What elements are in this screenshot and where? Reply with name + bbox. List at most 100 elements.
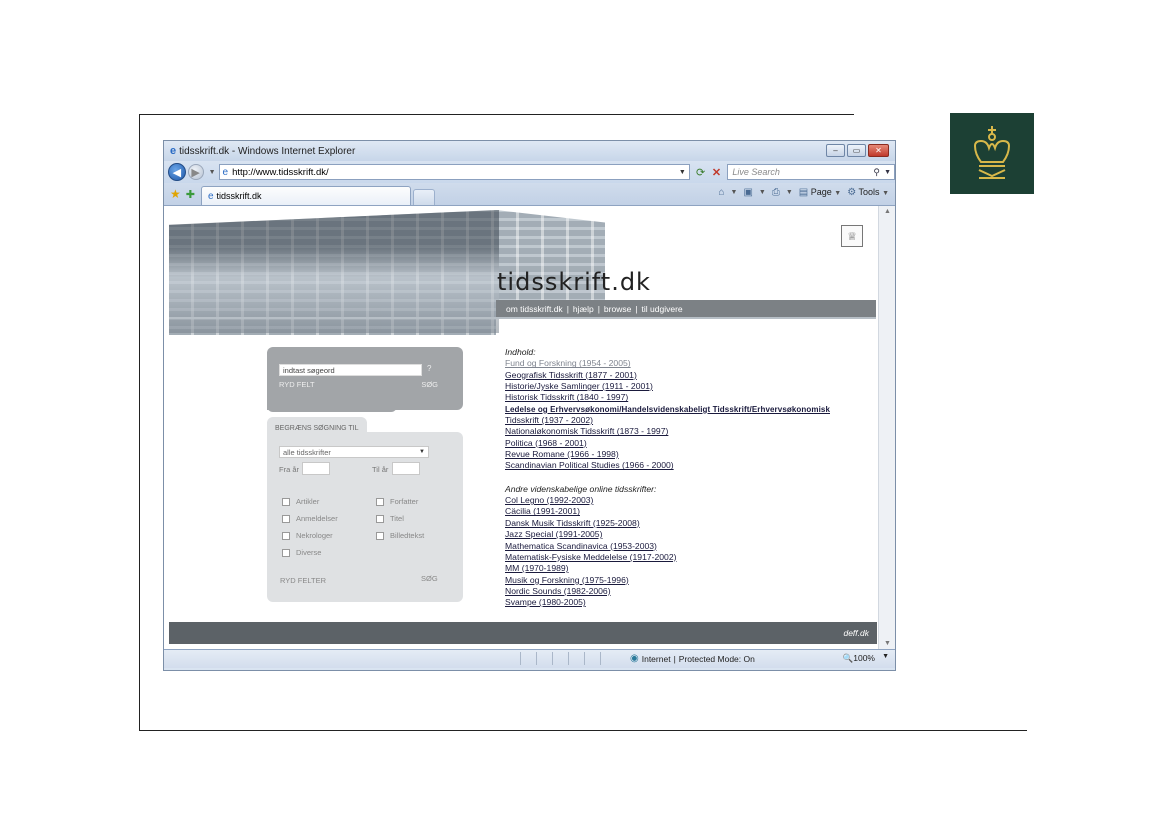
slide: e tidsskrift.dk - Windows Internet Explo…	[0, 0, 1169, 827]
to-year-input[interactable]	[392, 462, 420, 475]
status-cells	[520, 652, 616, 665]
tab-title: tidsskrift.dk	[216, 191, 262, 201]
checkbox-diverse[interactable]: Diverse	[282, 548, 321, 557]
chevron-down-icon: ▼	[419, 449, 425, 455]
checkbox-anmeldelser[interactable]: Anmeldelser	[282, 514, 338, 523]
journal-select[interactable]: alle tidsskrifter ▼	[279, 446, 429, 458]
checkbox-billedtekst[interactable]: Billedtekst	[376, 531, 424, 540]
checkbox-artikler[interactable]: Artikler	[282, 497, 319, 506]
search-help-link[interactable]: ?	[427, 364, 431, 373]
journal-link[interactable]: Politica (1968 - 2001)	[505, 438, 830, 449]
journal-link[interactable]: Jazz Special (1991-2005)	[505, 529, 830, 540]
tools-menu[interactable]: ⚙ Tools ▼	[847, 187, 889, 198]
nav-item-browse[interactable]: browse	[604, 304, 631, 314]
favorites-star-icon[interactable]: ★	[170, 187, 181, 201]
journal-link[interactable]: Tidsskrift (1937 - 2002)	[505, 415, 830, 426]
page-menu[interactable]: ▤ Page ▼	[799, 187, 841, 198]
site-search-input[interactable]	[279, 364, 422, 376]
scroll-down-icon[interactable]: ▼	[884, 640, 891, 647]
journal-link[interactable]: Musik og Forskning (1975-1996)	[505, 575, 830, 586]
gear-icon: ⚙	[847, 187, 857, 198]
journal-link[interactable]: MM (1970-1989)	[505, 563, 830, 574]
security-zone[interactable]: ◉ Internet | Protected Mode: On	[630, 653, 755, 664]
journal-link[interactable]: Mathematica Scandinavica (1953-2003)	[505, 541, 830, 552]
checkbox-nekrologer[interactable]: Nekrologer	[282, 531, 333, 540]
journal-link[interactable]: Fund og Forskning (1954 - 2005)	[505, 358, 830, 369]
history-dropdown-icon[interactable]: ▼	[209, 169, 216, 176]
journal-select-value: alle tidsskrifter	[283, 448, 331, 457]
filter-submit-button[interactable]: SØG	[421, 574, 438, 583]
print-icon[interactable]: ⎙	[772, 187, 780, 198]
address-url: http://www.tidsskrift.dk/	[232, 166, 329, 178]
tab-row: ★ ✚ e tidsskrift.dk ⌂ ▼ ▣ ▼ ⎙ ▼ ▤ Page ▼ ⚙ …	[164, 183, 895, 205]
ie-logo-icon: e	[170, 145, 177, 157]
journal-link[interactable]: Nationaløkonomisk Tidsskrift (1873 - 199…	[505, 426, 830, 437]
checkbox-titel[interactable]: Titel	[376, 514, 404, 523]
checkbox-forfatter[interactable]: Forfatter	[376, 497, 418, 506]
crown-icon	[973, 125, 1011, 179]
minimize-button[interactable]: –	[826, 144, 845, 157]
vertical-scrollbar[interactable]: ▲ ▼	[878, 206, 895, 649]
scroll-up-icon[interactable]: ▲	[884, 208, 891, 215]
tab-tidsskrift[interactable]: e tidsskrift.dk	[200, 186, 411, 205]
search-submit-button[interactable]: SØG	[421, 380, 438, 389]
feeds-icon[interactable]: ▣	[743, 187, 752, 198]
refresh-icon[interactable]: ⟳	[692, 166, 710, 179]
zoom-level[interactable]: 🔍100%	[843, 653, 875, 664]
new-tab-button[interactable]	[412, 189, 435, 205]
crown-logo	[950, 113, 1034, 194]
address-dropdown-icon[interactable]: ▼	[679, 169, 686, 176]
address-row: ◀ ▶ ▼ e http://www.tidsskrift.dk/ ▼ ⟳ ✕ …	[164, 161, 895, 183]
window-title: tidsskrift.dk - Windows Internet Explore…	[179, 145, 356, 157]
journal-link[interactable]: Scandinavian Political Studies (1966 - 2…	[505, 460, 830, 471]
window-controls: – ▭ ✕	[826, 144, 889, 157]
journal-link[interactable]: Dansk Musik Tidsskrift (1925-2008)	[505, 518, 830, 529]
frame-line-bottom	[139, 730, 1027, 731]
back-button[interactable]: ◀	[168, 163, 186, 181]
banner-divider	[169, 317, 876, 319]
journal-link[interactable]: Cäcilia (1991-2001)	[505, 506, 830, 517]
nav-item-hjaelp[interactable]: hjælp	[573, 304, 594, 314]
page-icon: e	[222, 166, 229, 178]
zone-name: Internet	[641, 653, 671, 664]
tab-page-icon: e	[207, 190, 214, 202]
address-bar[interactable]: e http://www.tidsskrift.dk/ ▼	[218, 164, 690, 180]
crest-icon: ♕	[841, 225, 863, 247]
search-placeholder: Live Search	[732, 167, 780, 177]
nav-item-udgivere[interactable]: til udgivere	[642, 304, 683, 314]
site-banner: tidsskrift.dk ♕ om tidsskrift.dk | hjælp…	[164, 206, 878, 335]
footer-link[interactable]: deff.dk	[843, 628, 869, 638]
globe-icon: ◉	[630, 653, 639, 664]
search-input[interactable]: Live Search ⚲ ▼	[727, 164, 895, 180]
home-icon[interactable]: ⌂	[718, 187, 724, 198]
journal-link[interactable]: Historisk Tidsskrift (1840 - 1997)	[505, 392, 830, 403]
journal-link[interactable]: Ledelse og Erhvervsøkonomi/Handelsvidens…	[505, 404, 830, 415]
journal-link[interactable]: Revue Romane (1966 - 1998)	[505, 449, 830, 460]
from-year-input[interactable]	[302, 462, 330, 475]
close-button[interactable]: ✕	[868, 144, 889, 157]
journal-link[interactable]: Matematisk-Fysiske Meddelelse (1917-2002…	[505, 552, 830, 563]
site-logo-text[interactable]: tidsskrift.dk	[497, 268, 651, 296]
to-year-label: Til år	[372, 465, 389, 474]
clear-fields-button[interactable]: RYD FELTER	[280, 576, 326, 585]
section-heading-indhold: Indhold:	[505, 347, 536, 357]
clear-field-button[interactable]: RYD FELT	[279, 380, 315, 389]
forward-button[interactable]: ▶	[187, 164, 204, 180]
stop-icon[interactable]: ✕	[710, 166, 724, 179]
journal-link[interactable]: Nordic Sounds (1982-2006)	[505, 586, 830, 597]
journal-link[interactable]: Historie/Jyske Samlinger (1911 - 2001)	[505, 381, 830, 392]
zoom-dropdown-icon[interactable]: ▼	[882, 653, 889, 660]
page-menu-icon: ▤	[798, 187, 809, 198]
add-favorites-icon[interactable]: ✚	[186, 188, 195, 201]
journal-link[interactable]: Geografisk Tidsskrift (1877 - 2001)	[505, 370, 830, 381]
journal-link[interactable]: Col Legno (1992-2003)	[505, 495, 830, 506]
browser-window: e tidsskrift.dk - Windows Internet Explo…	[163, 140, 896, 671]
nav-item-om[interactable]: om tidsskrift.dk	[506, 304, 563, 314]
protected-mode: Protected Mode: On	[678, 653, 755, 664]
search-icon[interactable]: ⚲	[873, 167, 880, 178]
filter-title: BEGRÆNS SØGNING TIL	[275, 425, 359, 432]
maximize-button[interactable]: ▭	[847, 144, 866, 157]
journal-link[interactable]: Svampe (1980-2005)	[505, 597, 830, 608]
page-viewport: tidsskrift.dk ♕ om tidsskrift.dk | hjælp…	[164, 205, 895, 650]
search-dropdown-icon[interactable]: ▼	[884, 169, 891, 176]
